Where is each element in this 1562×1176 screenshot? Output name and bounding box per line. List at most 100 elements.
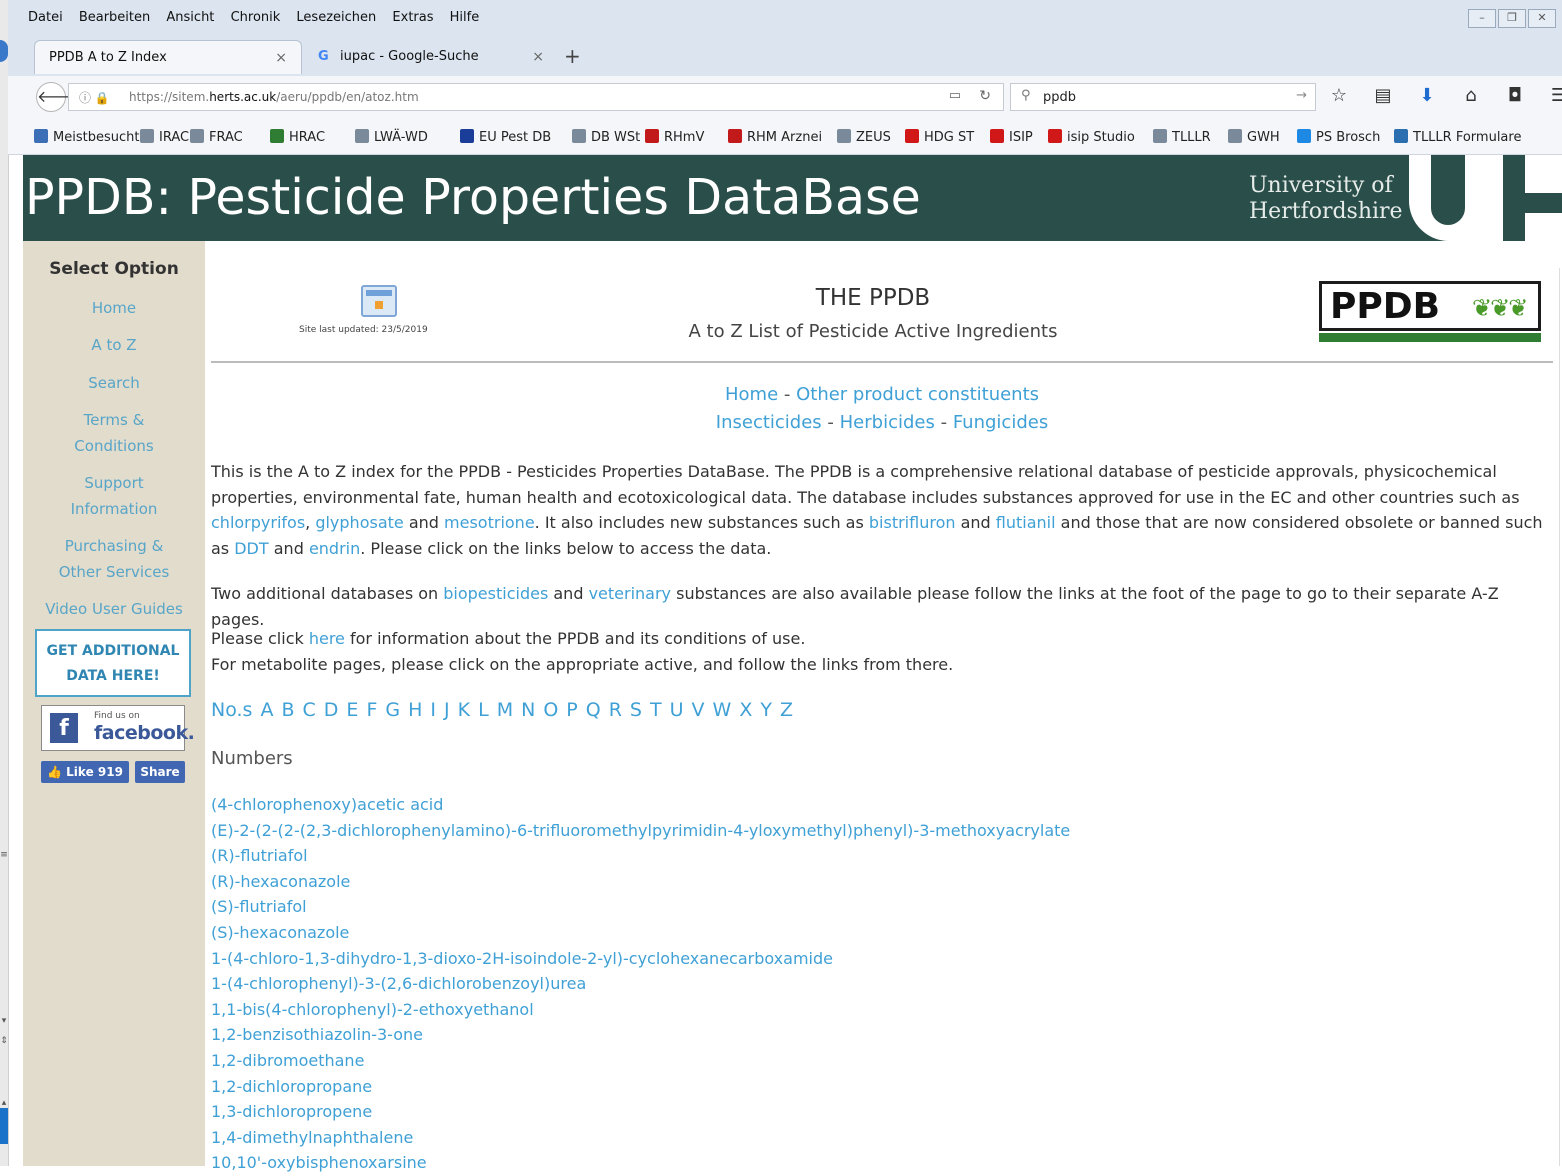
- alphabet-link[interactable]: N: [521, 699, 535, 721]
- search-go-icon[interactable]: →: [1296, 88, 1307, 103]
- tab-google[interactable]: Giupac - Google-Suche ×: [304, 40, 558, 74]
- tab-close-icon[interactable]: ×: [275, 41, 287, 75]
- bookmark-item[interactable]: DB WSt: [572, 129, 640, 145]
- library-icon[interactable]: ▤: [1368, 85, 1398, 106]
- sidebar-item-support[interactable]: Support Information: [23, 470, 205, 522]
- alphabet-link[interactable]: S: [630, 699, 642, 721]
- substance-link[interactable]: 10,10'-oxybisphenoxarsine: [211, 1150, 1070, 1176]
- bookmark-item[interactable]: ZEUS: [837, 129, 891, 145]
- sidebar-item-home[interactable]: Home: [23, 295, 205, 321]
- bookmark-item[interactable]: PS Brosch: [1297, 129, 1380, 145]
- link-veterinary[interactable]: veterinary: [589, 584, 671, 603]
- link-chlorpyrifos[interactable]: chlorpyrifos: [211, 513, 305, 532]
- substance-link[interactable]: (E)-2-(2-(2-(2,3-dichlorophenylamino)-6-…: [211, 818, 1070, 844]
- link-bistrifluron[interactable]: bistrifluron: [869, 513, 956, 532]
- bookmark-star-icon[interactable]: ☆: [1324, 85, 1354, 106]
- substance-link[interactable]: 1,4-dimethylnaphthalene: [211, 1125, 1070, 1151]
- chevron-down-icon[interactable]: ▾: [0, 1016, 8, 1026]
- alphabet-link[interactable]: I: [430, 699, 436, 721]
- desktop-app-icon[interactable]: [0, 40, 8, 62]
- alphabet-link[interactable]: E: [346, 699, 358, 721]
- bookmark-item[interactable]: LWÄ-WD: [355, 129, 428, 145]
- menu-edit[interactable]: Bearbeiten: [79, 10, 150, 25]
- site-info-icon[interactable]: ⓘ 🔒: [79, 89, 110, 106]
- link-ddt[interactable]: DDT: [234, 539, 268, 558]
- menu-tools[interactable]: Extras: [392, 10, 433, 25]
- menu-file[interactable]: Datei: [28, 10, 63, 25]
- substance-link[interactable]: 1-(4-chloro-1,3-dihydro-1,3-dioxo-2H-iso…: [211, 946, 1070, 972]
- menu-history[interactable]: Chronik: [231, 10, 281, 25]
- back-button[interactable]: 🡐: [36, 82, 80, 112]
- pocket-icon[interactable]: ◘: [1500, 85, 1530, 106]
- substance-link[interactable]: (R)-hexaconazole: [211, 869, 1070, 895]
- sidebar-item-terms[interactable]: Terms & Conditions: [23, 407, 205, 459]
- alphabet-link[interactable]: D: [324, 699, 339, 721]
- download-icon[interactable]: ⬇: [1412, 85, 1442, 106]
- close-window-button[interactable]: ✕: [1528, 9, 1556, 28]
- alphabet-link[interactable]: A: [260, 699, 273, 721]
- substance-link[interactable]: 1,2-dibromoethane: [211, 1048, 1070, 1074]
- alphabet-link[interactable]: J: [444, 699, 450, 721]
- facebook-share-button[interactable]: Share: [135, 761, 185, 783]
- alphabet-link[interactable]: T: [650, 699, 662, 721]
- sidebar-item-search[interactable]: Search: [23, 370, 205, 396]
- substance-link[interactable]: 1,1-bis(4-chlorophenyl)-2-ethoxyethanol: [211, 997, 1070, 1023]
- alphabet-link[interactable]: F: [366, 699, 377, 721]
- search-box[interactable]: ⚲ ppdb →: [1010, 83, 1316, 111]
- alphabet-link[interactable]: L: [478, 699, 489, 721]
- bookmark-item[interactable]: isip Studio: [1048, 129, 1135, 145]
- substance-link[interactable]: (R)-flutriafol: [211, 843, 1070, 869]
- tab-ppdb[interactable]: PPDB A to Z Index ×: [34, 40, 302, 74]
- bookmark-item[interactable]: IRAC: [140, 129, 189, 145]
- alphabet-link[interactable]: X: [739, 699, 752, 721]
- link-here[interactable]: here: [309, 629, 345, 648]
- substance-link[interactable]: (S)-hexaconazole: [211, 920, 1070, 946]
- bookmark-item[interactable]: ISIP: [990, 129, 1033, 145]
- bookmark-item[interactable]: EU Pest DB: [460, 129, 551, 145]
- chevron-up-icon[interactable]: ▴: [0, 1098, 8, 1108]
- alphabet-link[interactable]: B: [281, 699, 294, 721]
- link-home[interactable]: Home: [725, 384, 778, 405]
- facebook-like-button[interactable]: 👍 Like 919: [41, 761, 129, 783]
- alphabet-link[interactable]: G: [385, 699, 400, 721]
- alphabet-link[interactable]: U: [670, 699, 684, 721]
- alphabet-link[interactable]: V: [692, 699, 705, 721]
- substance-link[interactable]: 1-(4-chlorophenyl)-3-(2,6-dichlorobenzoy…: [211, 971, 1070, 997]
- link-fungicides[interactable]: Fungicides: [953, 412, 1048, 433]
- reload-icon[interactable]: ↻: [979, 88, 991, 104]
- home-icon[interactable]: ⌂: [1456, 85, 1486, 106]
- menu-bookmarks[interactable]: Lesezeichen: [296, 10, 376, 25]
- bookmark-item[interactable]: GWH: [1228, 129, 1280, 145]
- substance-link[interactable]: (S)-flutriafol: [211, 894, 1070, 920]
- alphabet-link[interactable]: Z: [780, 699, 793, 721]
- minimize-button[interactable]: –: [1468, 9, 1496, 28]
- alphabet-link[interactable]: W: [713, 699, 732, 721]
- alphabet-link[interactable]: Q: [586, 699, 601, 721]
- substance-link[interactable]: (4-chlorophenoxy)acetic acid: [211, 792, 1070, 818]
- bookmark-item[interactable]: Meistbesucht: [34, 129, 139, 145]
- alphabet-link[interactable]: Y: [760, 699, 772, 721]
- link-insecticides[interactable]: Insecticides: [716, 412, 822, 433]
- substance-link[interactable]: 1,2-dichloropropane: [211, 1074, 1070, 1100]
- tab-close-icon[interactable]: ×: [532, 40, 544, 74]
- university-name[interactable]: University of Hertfordshire: [1249, 173, 1403, 225]
- menu-help[interactable]: Hilfe: [450, 10, 480, 25]
- maximize-button[interactable]: ❐: [1498, 9, 1526, 28]
- link-flutianil[interactable]: flutianil: [996, 513, 1056, 532]
- bookmark-item[interactable]: HDG ST: [905, 129, 974, 145]
- alphabet-link[interactable]: M: [497, 699, 513, 721]
- bookmark-item[interactable]: HRAC: [270, 129, 325, 145]
- bookmark-item[interactable]: TLLLR: [1153, 129, 1211, 145]
- link-mesotrione[interactable]: mesotrione: [444, 513, 535, 532]
- bookmark-item[interactable]: RHM Arznei: [728, 129, 822, 145]
- link-endrin[interactable]: endrin: [309, 539, 360, 558]
- substance-link[interactable]: 1,3-dichloropropene: [211, 1099, 1070, 1125]
- updown-arrows-icon[interactable]: ⇕: [0, 1036, 8, 1046]
- link-glyphosate[interactable]: glyphosate: [315, 513, 403, 532]
- sidebar-item-purchasing[interactable]: Purchasing & Other Services: [23, 533, 205, 585]
- bookmark-item[interactable]: TLLLR Formulare: [1394, 129, 1521, 145]
- link-herbicides[interactable]: Herbicides: [840, 412, 935, 433]
- sidebar-item-video-guides[interactable]: Video User Guides: [23, 596, 205, 622]
- sidebar-item-a-to-z[interactable]: A to Z: [23, 332, 205, 358]
- new-tab-button[interactable]: +: [564, 44, 581, 68]
